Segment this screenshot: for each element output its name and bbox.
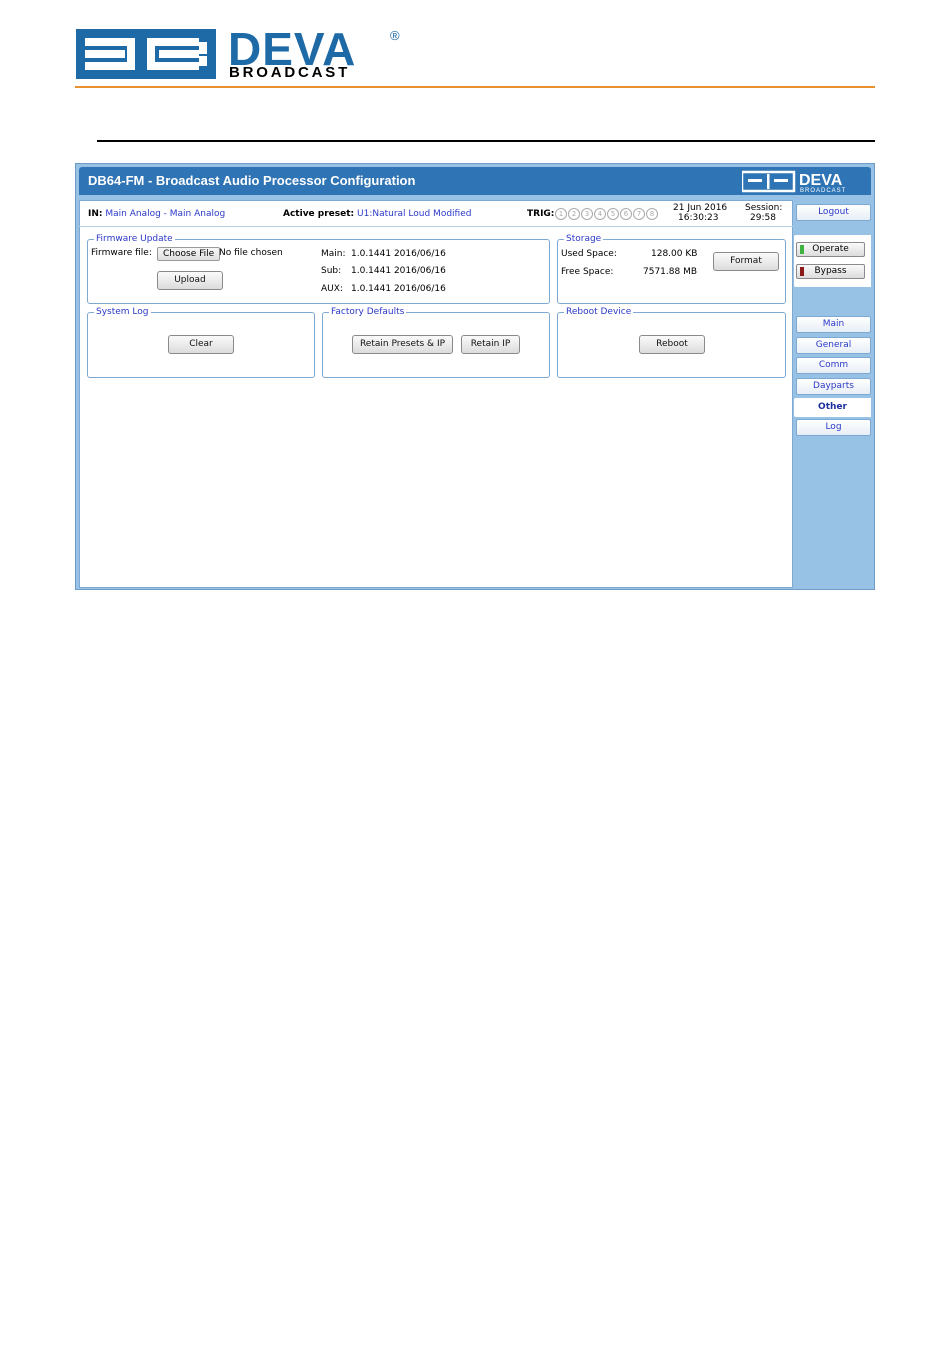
version-sub-label: Sub: [321,266,342,276]
firmware-legend: Firmware Update [96,234,173,244]
version-aux-label: AUX: [321,284,343,294]
broadcast-wordmark: BROADCAST [229,64,351,81]
nav-general[interactable]: General [796,337,871,354]
trig-indicator: 1 [555,208,567,220]
preset-status: Active preset: U1:Natural Loud Modified [283,209,472,219]
system-log-legend: System Log [96,307,149,317]
input-status: IN: Main Analog - Main Analog [88,209,226,219]
nav-log[interactable]: Log [796,419,871,436]
header-rule [75,86,875,88]
upload-button[interactable]: Upload [157,271,223,290]
section-rule [97,140,875,142]
trig-indicator: 4 [594,208,606,220]
format-button[interactable]: Format [713,252,779,271]
version-main-label: Main: [321,249,346,259]
session-label: Session: [745,203,783,213]
version-main-value: 1.0.1441 2016/06/16 [351,249,446,259]
firmware-file-label: Firmware file: [91,248,152,258]
deva-db-logo-icon [76,29,216,79]
trig-indicator: 8 [646,208,658,220]
bypass-led-icon [800,267,804,276]
version-sub-value: 1.0.1441 2016/06/16 [351,266,446,276]
registered-mark: ® [390,28,400,43]
nav-dayparts[interactable]: Dayparts [796,378,871,395]
trig-indicator: 2 [568,208,580,220]
reboot-button[interactable]: Reboot [639,335,705,354]
logout-button[interactable]: Logout [796,204,871,221]
window-title: DB64-FM - Broadcast Audio Processor Conf… [88,173,416,188]
trig-indicator: 6 [620,208,632,220]
date-text: 21 Jun 2016 [673,203,728,213]
retain-presets-ip-button[interactable]: Retain Presets & IP [352,335,453,354]
operate-button[interactable]: Operate [796,242,865,257]
bypass-button[interactable]: Bypass [796,264,865,279]
preset-value: U1:Natural Loud Modified [357,209,472,219]
used-space-label: Used Space: [561,249,617,259]
operate-label: Operate [812,244,849,254]
session-value: 29:58 [750,213,776,223]
trig-label: TRIG: [527,209,555,219]
storage-legend: Storage [566,234,602,244]
operate-led-icon [800,245,804,254]
trig-indicators: 1 2 3 4 5 6 7 8 [555,208,658,220]
nav-main[interactable]: Main [796,316,871,333]
nav-comm[interactable]: Comm [796,357,871,374]
free-space-label: Free Space: [561,267,614,277]
no-file-text: No file chosen [219,248,283,258]
bypass-label: Bypass [814,266,847,276]
firmware-update-group: Firmware Update [87,234,550,304]
choose-file-button[interactable]: Choose File [157,247,221,261]
trig-indicator: 3 [581,208,593,220]
nav-other[interactable]: Other [794,398,871,417]
trig-indicator: 7 [633,208,645,220]
free-space-value: 7571.88 MB [643,267,698,277]
trig-indicator: 5 [607,208,619,220]
version-aux-value: 1.0.1441 2016/06/16 [351,284,446,294]
input-value: Main Analog - Main Analog [105,209,226,219]
reboot-legend: Reboot Device [566,307,632,317]
factory-defaults-legend: Factory Defaults [331,307,405,317]
time-text: 16:30:23 [678,213,719,223]
clear-log-button[interactable]: Clear [168,335,234,354]
used-space-value: 128.00 KB [651,249,698,259]
svg-text:DEVA: DEVA [799,172,843,189]
deva-header-logo-icon: DEVA BROADCAST [742,170,846,193]
svg-text:BROADCAST: BROADCAST [800,188,846,193]
retain-ip-button[interactable]: Retain IP [461,335,520,354]
